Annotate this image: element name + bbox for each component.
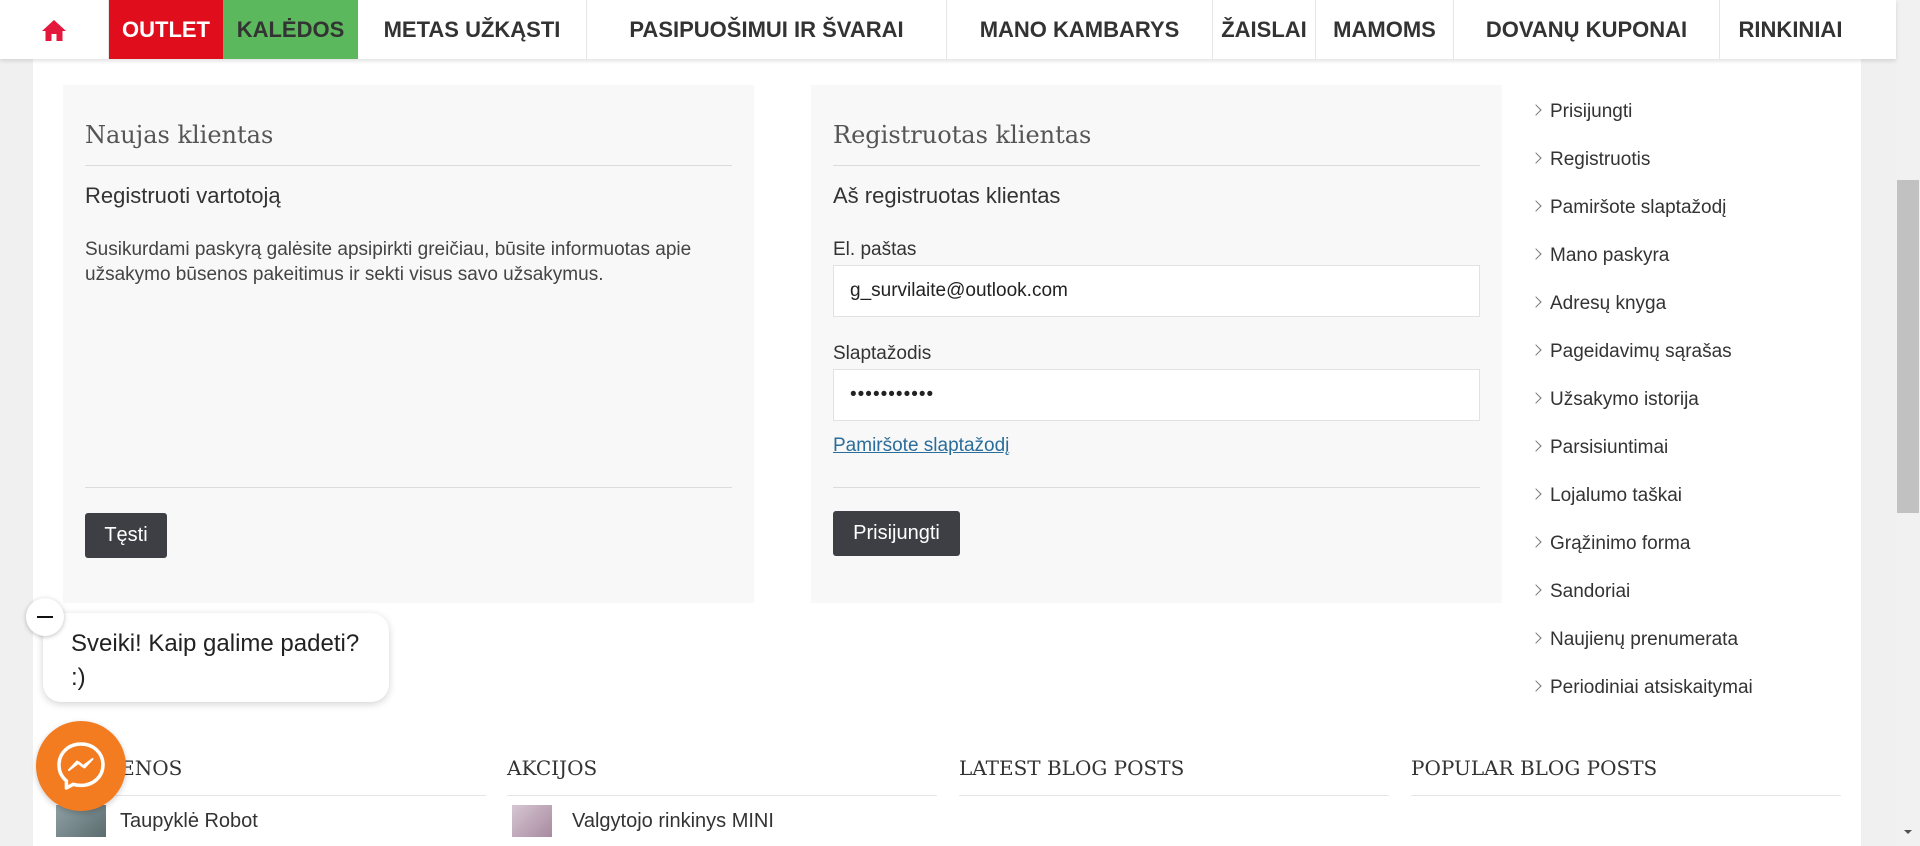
new-customer-title: Naujas klientas xyxy=(85,121,274,149)
nav-item-outlet[interactable]: OUTLET xyxy=(109,0,223,59)
registered-customer-panel: Registruotas klientas Aš registruotas kl… xyxy=(811,85,1502,603)
registered-customer-subtitle: Aš registruotas klientas xyxy=(833,183,1061,208)
account-link-returns[interactable]: Grąžinimo forma xyxy=(1530,520,1850,568)
chevron-right-icon xyxy=(1530,248,1542,260)
divider xyxy=(833,165,1480,166)
chevron-right-icon xyxy=(1530,296,1542,308)
divider xyxy=(85,165,732,166)
account-link-label: Registruotis xyxy=(1550,149,1651,170)
chevron-right-icon xyxy=(1530,632,1542,644)
product-thumbnail xyxy=(512,805,552,837)
login-button[interactable]: Prisijungti xyxy=(833,511,960,556)
registered-customer-title: Registruotas klientas xyxy=(833,121,1092,149)
chevron-right-icon xyxy=(1530,488,1542,500)
messenger-icon xyxy=(57,742,105,790)
nav-item-metas-uzkasti[interactable]: METAS UŽKĄSTI xyxy=(358,0,587,59)
account-link-label: Lojalumo taškai xyxy=(1550,485,1683,506)
account-link-label: Adresų knyga xyxy=(1550,293,1667,314)
account-link-wishlist[interactable]: Pageidavimų sąrašas xyxy=(1530,328,1850,376)
chevron-right-icon xyxy=(1530,536,1542,548)
list-item[interactable]: Taupyklė Robot xyxy=(56,805,486,837)
minus-icon xyxy=(37,616,53,618)
email-label: El. paštas xyxy=(833,239,917,260)
scroll-down-arrow-icon[interactable] xyxy=(1900,824,1916,840)
account-link-label: Periodiniai atsiskaitymai xyxy=(1550,677,1753,698)
chevron-right-icon xyxy=(1530,680,1542,692)
account-link-transactions[interactable]: Sandoriai xyxy=(1530,568,1850,616)
chevron-right-icon xyxy=(1530,584,1542,596)
password-field[interactable] xyxy=(833,369,1480,421)
chat-greeting-bubble[interactable]: Sveiki! Kaip galime padeti? :) xyxy=(43,613,389,702)
nav-home[interactable] xyxy=(0,0,109,59)
account-link-forgot-password[interactable]: Pamiršote slaptažodį xyxy=(1530,184,1850,232)
forgot-password-link[interactable]: Pamiršote slaptažodį xyxy=(833,435,1009,457)
chevron-right-icon xyxy=(1530,392,1542,404)
account-link-order-history[interactable]: Užsakymo istorija xyxy=(1530,376,1850,424)
chevron-right-icon xyxy=(1530,104,1542,116)
footer-title: POPULAR BLOG POSTS xyxy=(1411,756,1841,796)
footer-title: LATEST BLOG POSTS xyxy=(959,756,1389,796)
new-customer-subtitle: Registruoti vartotoją xyxy=(85,183,281,208)
account-link-label: Pamiršote slaptažodį xyxy=(1550,197,1727,218)
new-customer-panel: Naujas klientas Registruoti vartotoją Su… xyxy=(63,85,754,603)
email-field[interactable] xyxy=(833,265,1480,317)
divider xyxy=(833,487,1480,488)
nav-item-mano-kambarys[interactable]: MANO KAMBARYS xyxy=(947,0,1213,59)
product-name: Valgytojo rinkinys MINI xyxy=(572,809,774,832)
footer-column-latest-blog: LATEST BLOG POSTS xyxy=(959,756,1389,796)
account-link-label: Užsakymo istorija xyxy=(1550,389,1699,410)
account-link-address-book[interactable]: Adresų knyga xyxy=(1530,280,1850,328)
scrollbar-thumb[interactable] xyxy=(1897,180,1919,513)
nav-item-pasipuosimui[interactable]: PASIPUOŠIMUI IR ŠVARAI xyxy=(587,0,947,59)
footer-column-specials: AKCIJOS Valgytojo rinkinys MINI xyxy=(507,756,937,837)
account-link-reward-points[interactable]: Lojalumo taškai xyxy=(1530,472,1850,520)
account-link-label: Mano paskyra xyxy=(1550,245,1670,266)
new-customer-description: Susikurdami paskyrą galėsite apsipirkti … xyxy=(85,239,692,285)
nav-item-rinkiniai[interactable]: RINKINIAI xyxy=(1720,0,1861,59)
account-link-label: Parsisiuntimai xyxy=(1550,437,1669,458)
main-navigation: OUTLET KALĖDOS METAS UŽKĄSTI PASIPUOŠIMU… xyxy=(0,0,1896,59)
account-link-label: Grąžinimo forma xyxy=(1550,533,1691,554)
list-item[interactable]: Valgytojo rinkinys MINI xyxy=(507,805,937,837)
footer-title: AKCIJOS xyxy=(507,756,937,796)
account-link-label: Prisijungti xyxy=(1550,101,1633,122)
account-link-recurring-payments[interactable]: Periodiniai atsiskaitymai xyxy=(1530,664,1850,712)
product-name: Taupyklė Robot xyxy=(120,809,258,832)
home-icon xyxy=(42,19,66,41)
nav-item-mamoms[interactable]: MAMOMS xyxy=(1316,0,1454,59)
account-link-register[interactable]: Registruotis xyxy=(1530,136,1850,184)
nav-item-zaislai[interactable]: ŽAISLAI xyxy=(1213,0,1316,59)
account-link-label: Sandoriai xyxy=(1550,581,1631,602)
chevron-right-icon xyxy=(1530,152,1542,164)
divider xyxy=(85,487,732,488)
account-link-newsletter[interactable]: Naujienų prenumerata xyxy=(1530,616,1850,664)
nav-item-kaledos[interactable]: KALĖDOS xyxy=(223,0,358,59)
account-link-my-account[interactable]: Mano paskyra xyxy=(1530,232,1850,280)
account-link-label: Pageidavimų sąrašas xyxy=(1550,341,1732,362)
account-sidebar: Prisijungti Registruotis Pamiršote slapt… xyxy=(1530,88,1850,712)
chevron-right-icon xyxy=(1530,200,1542,212)
continue-button[interactable]: Tęsti xyxy=(85,513,167,558)
account-link-login[interactable]: Prisijungti xyxy=(1530,88,1850,136)
chat-minimize-button[interactable] xyxy=(26,598,64,636)
password-label: Slaptažodis xyxy=(833,343,932,364)
account-link-downloads[interactable]: Parsisiuntimai xyxy=(1530,424,1850,472)
chevron-right-icon xyxy=(1530,440,1542,452)
chevron-right-icon xyxy=(1530,344,1542,356)
nav-item-dovanu-kuponai[interactable]: DOVANŲ KUPONAI xyxy=(1454,0,1720,59)
messenger-chat-button[interactable] xyxy=(36,721,126,811)
footer-column-popular-blog: POPULAR BLOG POSTS xyxy=(1411,756,1841,796)
account-link-label: Naujienų prenumerata xyxy=(1550,629,1739,650)
